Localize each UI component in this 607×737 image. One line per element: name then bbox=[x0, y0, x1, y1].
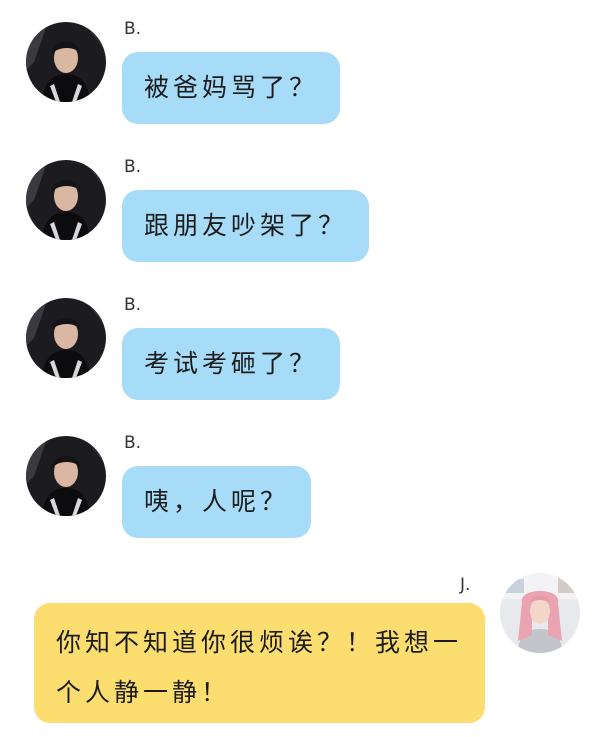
sender-name: B. bbox=[124, 433, 142, 453]
message-bubble[interactable]: 你知不知道你很烦诶？！我想一个人静一静！ bbox=[34, 603, 485, 723]
avatar-b[interactable] bbox=[26, 22, 106, 102]
message-bubble[interactable]: 考试考砸了？ bbox=[122, 328, 341, 400]
sender-name: B. bbox=[124, 295, 142, 315]
message-bubble[interactable]: 咦，人呢？ bbox=[122, 466, 312, 538]
avatar-b-image bbox=[26, 22, 106, 102]
avatar-b-image bbox=[26, 436, 106, 516]
sender-name: B. bbox=[124, 157, 142, 177]
avatar-b[interactable] bbox=[26, 160, 106, 240]
sender-name: B. bbox=[124, 19, 142, 39]
avatar-j-image bbox=[500, 573, 580, 653]
message-bubble[interactable]: 被爸妈骂了？ bbox=[122, 52, 341, 124]
avatar-b-image bbox=[26, 160, 106, 240]
message-bubble[interactable]: 跟朋友吵架了？ bbox=[122, 190, 370, 262]
avatar-j[interactable] bbox=[500, 573, 580, 653]
sender-name: J. bbox=[460, 575, 471, 595]
avatar-b-image bbox=[26, 298, 106, 378]
avatar-b[interactable] bbox=[26, 298, 106, 378]
avatar-b[interactable] bbox=[26, 436, 106, 516]
